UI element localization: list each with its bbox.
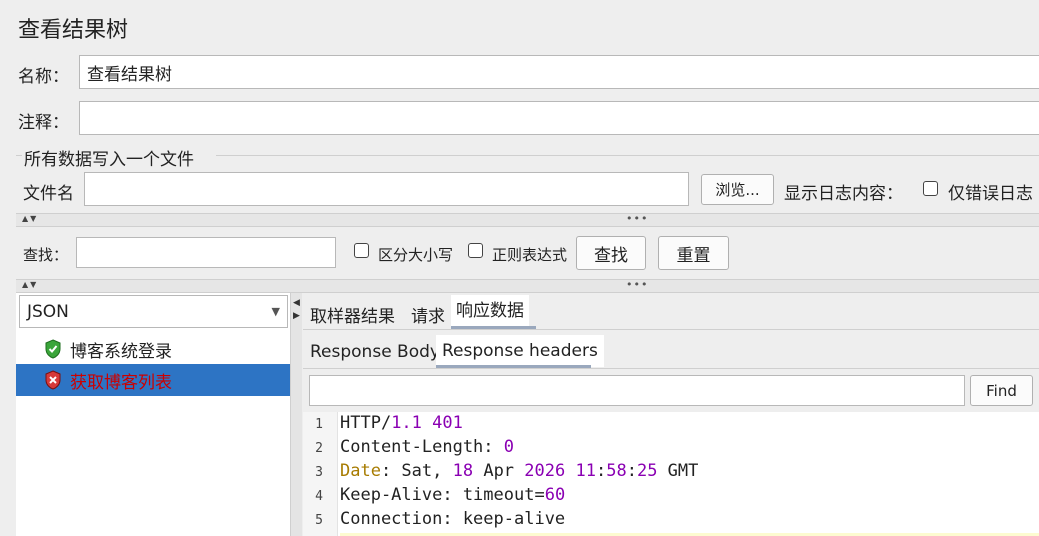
- tab-sampler-result[interactable]: 取样器结果: [306, 302, 399, 327]
- log-content-label: 显示日志内容：: [784, 184, 903, 204]
- name-field[interactable]: 查看结果树: [79, 55, 1039, 89]
- code-line-2: Content-Length: 0: [340, 437, 515, 457]
- chevron-down-icon[interactable]: ▼: [272, 305, 280, 318]
- filename-label: 文件名: [23, 184, 74, 204]
- renderer-select-value: JSON: [27, 301, 69, 322]
- shield-success-icon: [45, 339, 61, 359]
- fieldset-border-right: [216, 155, 1039, 156]
- errors-only-label: 仅错误日志: [948, 184, 1033, 204]
- arrow-left-icon[interactable]: ◀: [293, 298, 300, 308]
- line-number: 5: [315, 513, 323, 528]
- code-line-3: Date: Sat, 18 Apr 2026 11:58:25 GMT: [340, 461, 699, 481]
- tab-response-data[interactable]: 响应数据: [451, 295, 529, 328]
- tree-item-label: 博客系统登录: [70, 341, 172, 362]
- page-title: 查看结果树: [18, 18, 129, 43]
- name-label: 名称：: [18, 67, 69, 87]
- filename-field[interactable]: [84, 172, 689, 206]
- response-find-button[interactable]: Find: [970, 375, 1033, 406]
- line-number: 4: [315, 489, 323, 504]
- search-input[interactable]: [76, 237, 336, 268]
- tab-request[interactable]: 请求: [407, 302, 449, 327]
- tree-item-selected[interactable]: 获取博客列表: [44, 368, 172, 393]
- tree-item[interactable]: 博客系统登录: [44, 337, 172, 362]
- collapse-arrows-icon[interactable]: ▲▼: [22, 214, 38, 223]
- code-line-5: Connection: keep-alive: [340, 509, 566, 529]
- line-number: 3: [315, 465, 323, 480]
- tree-item-label: 获取博客列表: [70, 372, 172, 393]
- subtabs-divider: [303, 368, 1039, 369]
- reset-button[interactable]: 重置: [658, 236, 729, 270]
- file-section-legend: 所有数据写入一个文件: [24, 150, 194, 170]
- collapse-arrows-icon[interactable]: ▲▼: [22, 280, 38, 289]
- browse-button[interactable]: 浏览...: [701, 174, 774, 205]
- line-number: 2: [315, 441, 323, 456]
- results-tree-panel: [16, 293, 290, 536]
- splitter-grip-icon[interactable]: •••: [626, 278, 648, 291]
- tabs-divider: [303, 329, 1039, 330]
- subtab-response-body[interactable]: Response Body: [306, 342, 444, 362]
- fieldset-border-left: [16, 155, 22, 156]
- shield-error-icon: [45, 370, 61, 390]
- response-find-input[interactable]: [309, 375, 965, 406]
- vertical-splitter[interactable]: ◀ ▶: [290, 293, 302, 536]
- splitter-top[interactable]: ▲▼ •••: [16, 212, 1039, 227]
- find-button[interactable]: 查找: [576, 236, 646, 270]
- regex-label: 正则表达式: [492, 246, 568, 264]
- subtab-response-headers[interactable]: Response headers: [436, 335, 604, 367]
- renderer-select[interactable]: JSON ▼: [19, 295, 288, 328]
- search-label: 查找：: [23, 246, 69, 264]
- case-sensitive-checkbox[interactable]: [354, 243, 369, 258]
- comment-field[interactable]: [79, 101, 1039, 135]
- code-line-4: Keep-Alive: timeout=60: [340, 485, 566, 505]
- regex-checkbox[interactable]: [468, 243, 483, 258]
- case-sensitive-label: 区分大小写: [378, 246, 454, 264]
- errors-only-checkbox[interactable]: [923, 181, 938, 196]
- splitter-middle[interactable]: ▲▼ •••: [16, 278, 1039, 293]
- comment-label: 注释：: [18, 113, 69, 133]
- arrow-right-icon[interactable]: ▶: [293, 311, 300, 321]
- code-line-1: HTTP/1.1 401: [340, 413, 463, 433]
- response-headers-editor[interactable]: 1 HTTP/1.1 401 2 Content-Length: 0 3 Dat…: [303, 412, 1039, 536]
- line-number: 1: [315, 417, 323, 432]
- splitter-grip-icon[interactable]: •••: [626, 212, 648, 225]
